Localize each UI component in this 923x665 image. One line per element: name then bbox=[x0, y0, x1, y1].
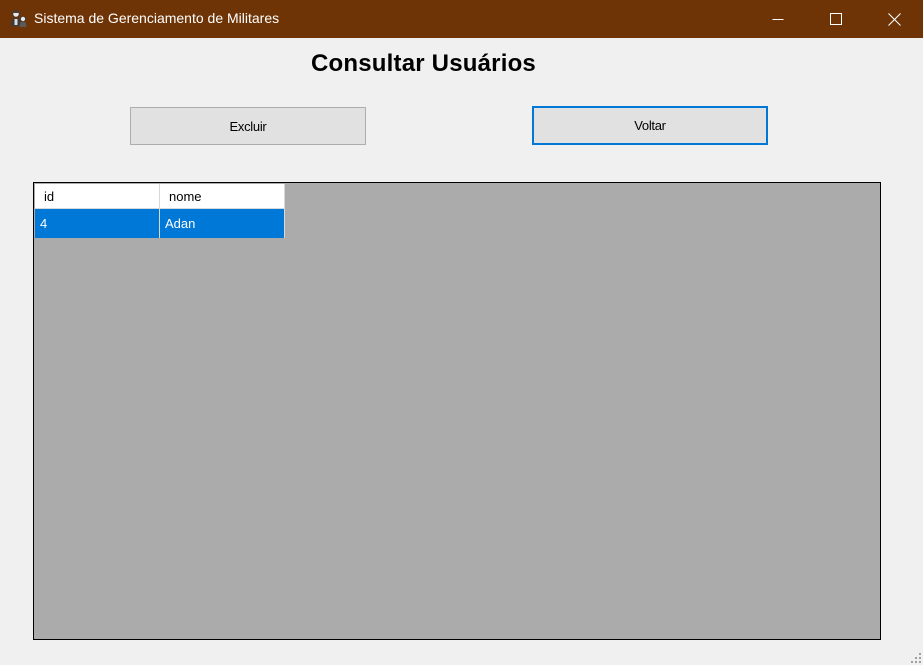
close-button[interactable] bbox=[865, 0, 923, 38]
table-row[interactable]: 4 Adan bbox=[35, 209, 285, 238]
minimize-icon bbox=[772, 19, 784, 20]
title-bar[interactable]: Sistema de Gerenciamento de Militares bbox=[0, 0, 923, 38]
resize-grip-icon[interactable] bbox=[910, 652, 922, 664]
maximize-button[interactable] bbox=[807, 0, 865, 38]
column-header-id[interactable]: id bbox=[35, 184, 160, 209]
minimize-button[interactable] bbox=[749, 0, 807, 38]
militar-app-icon bbox=[11, 10, 27, 27]
window-title: Sistema de Gerenciamento de Militares bbox=[34, 10, 280, 26]
column-header-nome[interactable]: nome bbox=[160, 184, 285, 209]
cell-nome[interactable]: Adan bbox=[160, 209, 285, 238]
close-icon bbox=[887, 12, 901, 26]
cell-id[interactable]: 4 bbox=[35, 209, 160, 238]
grid-header: id nome bbox=[35, 184, 285, 209]
maximize-icon bbox=[830, 13, 842, 25]
excluir-button[interactable]: Excluir bbox=[130, 107, 366, 145]
page-title: Consultar Usuários bbox=[311, 50, 536, 77]
voltar-button[interactable]: Voltar bbox=[532, 106, 768, 145]
users-data-grid[interactable]: id nome 4 Adan bbox=[33, 182, 881, 640]
